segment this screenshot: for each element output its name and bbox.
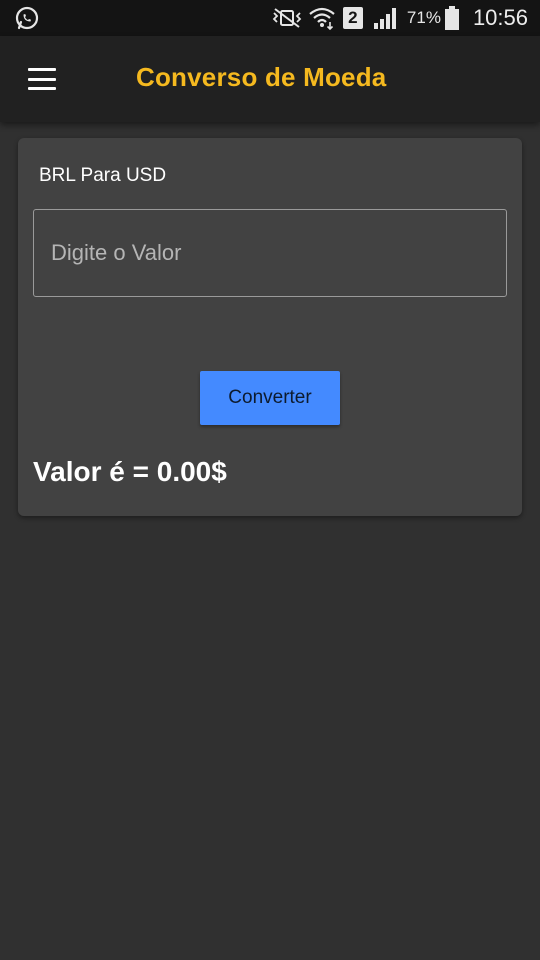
menu-line [28, 68, 56, 71]
hamburger-menu-icon[interactable] [28, 68, 56, 90]
converter-card: BRL Para USD Converter Valor é = 0.00$ [18, 138, 522, 516]
convert-button[interactable]: Converter [200, 371, 340, 425]
menu-line [28, 87, 56, 90]
app-title: Converso de Moeda [136, 62, 387, 92]
sim-2-icon: 2 [342, 7, 363, 29]
result-text: Valor é = 0.00$ [33, 456, 227, 487]
menu-line [28, 77, 56, 81]
battery-icon [444, 6, 459, 30]
battery-percent: 71% [406, 8, 441, 27]
whatsapp-icon [14, 5, 40, 31]
card-title: BRL Para USD [39, 165, 167, 186]
clock-time: 10:56 [472, 5, 528, 30]
value-input[interactable] [33, 209, 507, 297]
app-bar: Converso de Moeda [0, 36, 540, 122]
mute-vibrate-icon [271, 7, 303, 29]
wifi-icon [309, 6, 335, 30]
signal-icon [373, 6, 399, 30]
status-bar: 2 71% 10:56 [0, 0, 540, 36]
